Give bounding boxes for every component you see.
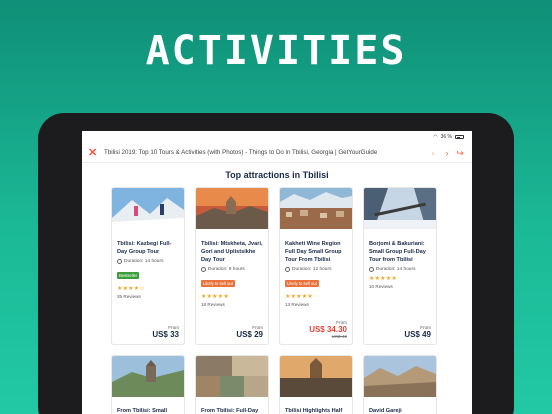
small-group-photo — [112, 356, 184, 397]
rating-stars: ★★★★★ — [201, 294, 229, 300]
review-count: 35 Reviews — [117, 294, 141, 299]
review-count: 10 Reviews — [369, 284, 393, 289]
tablet-screen: ◠ 36 % ✕ Tbilisi 2019: Top 10 Tours & Ac… — [82, 131, 472, 414]
clock-icon — [369, 267, 374, 272]
promo-headline: ACTIVITIES — [145, 28, 407, 74]
sell-out-badge: Likely to sell out — [201, 280, 235, 287]
card-duration: Duration: 14 hours — [112, 256, 184, 264]
review-count: 18 Reviews — [201, 302, 225, 307]
mtskheta-photo — [196, 188, 268, 229]
page-title: Tbilisi 2019: Top 10 Tours & Activities … — [104, 149, 378, 156]
activity-card[interactable]: Tbilisi Highlights Half — [279, 355, 353, 414]
card-duration: Duration: 12 hours — [280, 264, 352, 272]
sell-out-badge: Likely to sell out — [285, 280, 319, 287]
card-title: Borjomi & Bakuriani: Small Group Full-Da… — [369, 241, 426, 263]
activity-card[interactable]: Tbilisi: Mtskheta, Jvari, Gori and Uplis… — [195, 187, 269, 345]
status-bar: ◠ 36 % — [82, 131, 472, 143]
section-title: Top attractions in Tbilisi — [225, 170, 329, 180]
card-title: From Tbilisi: Full-Day — [201, 408, 259, 414]
price-block: From US$ 29 — [236, 325, 263, 339]
share-icon[interactable]: ↪ — [454, 148, 466, 158]
close-icon[interactable]: ✕ — [88, 146, 100, 159]
card-duration: Duration: 14 hours — [364, 264, 436, 272]
price-block: From US$ 49 — [404, 325, 431, 339]
duration-text: Duration: 12 hours — [292, 267, 332, 272]
duration-text: Duration: 14 hours — [376, 267, 416, 272]
card-duration: Duration: 9 hours — [196, 264, 268, 272]
card-title: Tbilisi: Kazbegi Full-Day Group Tour — [117, 241, 172, 255]
activity-card[interactable]: Kakheti Wine Region Full Day Small Group… — [279, 187, 353, 345]
clock-icon — [201, 267, 206, 272]
battery-percent: 36 % — [440, 134, 452, 140]
review-count: 13 Reviews — [285, 302, 309, 307]
wifi-icon: ◠ — [433, 134, 438, 140]
sale-price-value: US$ 34.30 — [309, 325, 347, 334]
card-title: Kakheti Wine Region Full Day Small Group… — [285, 241, 342, 263]
clock-icon — [117, 259, 122, 264]
rating-stars: ★★★★★ — [369, 276, 397, 282]
clock-icon — [285, 267, 290, 272]
activity-card[interactable]: From Tbilisi: Small — [111, 355, 185, 414]
duration-text: Duration: 9 hours — [208, 267, 245, 272]
kakheti-photo — [280, 188, 352, 229]
card-title: From Tbilisi: Small — [117, 408, 168, 414]
battery-icon — [455, 135, 464, 139]
activity-card[interactable]: Tbilisi: Kazbegi Full-Day Group Tour Dur… — [111, 187, 185, 345]
card-title: Tbilisi Highlights Half — [285, 408, 343, 414]
price-block: From US$ 34.30 US$ 49 — [309, 320, 347, 339]
activity-card[interactable]: Borjomi & Bakuriani: Small Group Full-Da… — [363, 187, 437, 345]
card-title: Tbilisi: Mtskheta, Jvari, Gori and Uplis… — [201, 241, 263, 263]
kazbegi-photo — [112, 188, 184, 229]
david-gareji-photo — [364, 356, 436, 397]
borjomi-photo — [364, 188, 436, 229]
price-block: From US$ 33 — [152, 325, 179, 339]
activity-card[interactable]: David Gareji — [363, 355, 437, 414]
rating-stars: ★★★★★ — [285, 294, 313, 300]
browser-navbar: ✕ Tbilisi 2019: Top 10 Tours & Activitie… — [82, 143, 472, 163]
bestseller-badge: Bestseller — [117, 272, 140, 279]
card-title: David Gareji — [369, 408, 402, 414]
back-icon[interactable]: ‹ — [426, 148, 440, 158]
forward-icon[interactable]: › — [440, 148, 454, 158]
activity-card[interactable]: From Tbilisi: Full-Day — [195, 355, 269, 414]
highlights-photo — [280, 356, 352, 397]
rating-stars: ★★★★☆ — [117, 286, 145, 292]
duration-text: Duration: 14 hours — [124, 259, 164, 264]
price-value: US$ 29 — [236, 330, 263, 339]
price-value: US$ 49 — [404, 330, 431, 339]
full-day-photo — [196, 356, 268, 397]
price-value: US$ 33 — [152, 330, 179, 339]
original-price: US$ 49 — [331, 334, 347, 339]
